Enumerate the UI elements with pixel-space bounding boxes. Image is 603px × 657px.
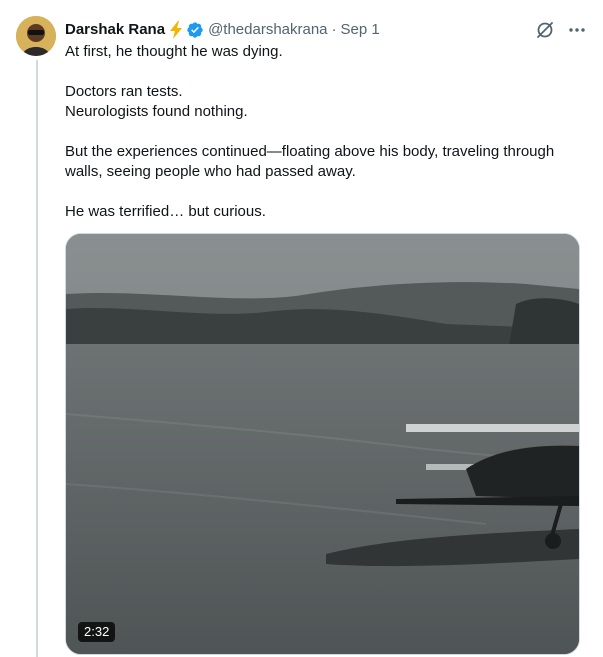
thread-line bbox=[36, 60, 38, 657]
tweet-actions-top bbox=[535, 20, 587, 40]
video-player[interactable]: 2:32 bbox=[65, 233, 580, 655]
video-frame bbox=[66, 234, 579, 654]
separator-dot: · bbox=[331, 21, 337, 38]
tweet-line: But the experiences continued—floating a… bbox=[65, 143, 555, 180]
avatar[interactable] bbox=[16, 16, 56, 56]
lightning-icon bbox=[168, 21, 184, 39]
tweet-content: Darshak Rana @thedarshakrana · Sep 1 At … bbox=[65, 20, 581, 222]
grok-icon[interactable] bbox=[535, 20, 555, 40]
video-duration: 2:32 bbox=[78, 622, 116, 642]
tweet-header: Darshak Rana @thedarshakrana · Sep 1 bbox=[65, 20, 581, 40]
tweet-date[interactable]: Sep 1 bbox=[341, 20, 380, 40]
tweet-text: At first, he thought he was dying. Docto… bbox=[65, 42, 581, 222]
tweet-line: Doctors ran tests. bbox=[65, 83, 183, 100]
tweet-line: At first, he thought he was dying. bbox=[65, 43, 283, 60]
author-handle[interactable]: @thedarshakrana bbox=[208, 20, 327, 40]
more-options-icon[interactable] bbox=[567, 20, 587, 40]
tweet-line: He was terrified… but curious. bbox=[65, 203, 266, 220]
verified-badge-icon[interactable] bbox=[186, 21, 204, 39]
tweet-line: Neurologists found nothing. bbox=[65, 103, 248, 120]
author-name[interactable]: Darshak Rana bbox=[65, 20, 165, 40]
